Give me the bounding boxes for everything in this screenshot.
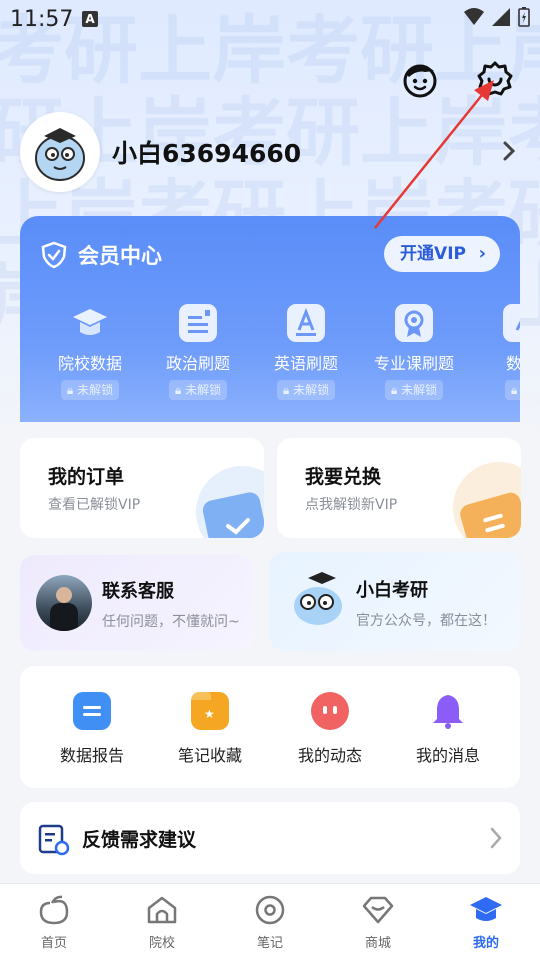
lock-text: 未解锁 (77, 383, 114, 397)
profile-row[interactable]: 小白63694660 (20, 112, 520, 192)
tab-label: 首页 (40, 936, 67, 951)
quick-label: 笔记收藏 (177, 746, 242, 765)
contact-service-card[interactable]: 联系客服 任何问题，不懂就问~ (20, 555, 254, 651)
tab-label: 院校 (148, 936, 175, 951)
lock-text: 未解锁 (401, 383, 438, 397)
letter-a-icon (287, 304, 325, 342)
chevron-right-icon: › (478, 243, 486, 264)
lock-icon: 🔒︎ (390, 383, 398, 397)
quick-actions: 数据报告 ★ 笔记收藏 我的动态 我的消息 (20, 666, 520, 788)
graduation-cap-icon (470, 897, 502, 921)
exchange-card[interactable]: 我要兑换 点我解锁新VIP (277, 438, 521, 538)
lock-icon: 🔒︎ (66, 383, 74, 397)
lock-badge: 🔒︎ 未 (504, 380, 520, 400)
bottom-tab-bar: 首页 院校 笔记 商城 我的 (0, 883, 540, 960)
vip-item-label: 数学 (505, 354, 520, 373)
lock-badge: 🔒︎ 未解锁 (168, 380, 228, 400)
vip-title: 会员中心 (78, 244, 162, 268)
tab-label: 笔记 (256, 936, 283, 951)
lock-badge: 🔒︎ 未解锁 (384, 380, 444, 400)
feedback-row[interactable]: 反馈需求建议 (20, 802, 520, 874)
lock-icon: 🔒︎ (282, 383, 290, 397)
bell-icon (433, 695, 463, 729)
award-ribbon-icon (395, 304, 433, 342)
report-icon (73, 692, 111, 730)
quick-my-activity[interactable]: 我的动态 (270, 692, 390, 766)
quick-label: 数据报告 (59, 746, 124, 765)
service-avatar (36, 575, 92, 631)
lock-icon: 🔒︎ (174, 383, 182, 397)
vip-item-major[interactable]: 专业课刷题 🔒︎ 未解锁 (360, 304, 468, 400)
tab-label: 商城 (364, 936, 391, 951)
settings-gear-icon[interactable] (476, 60, 514, 98)
mascot-icon (294, 572, 342, 625)
tab-label: 我的 (472, 936, 499, 951)
username: 小白63694660 (112, 139, 302, 168)
lock-badge: 🔒︎ 未解锁 (276, 380, 336, 400)
notes-disc-icon (255, 895, 285, 925)
official-account-card[interactable]: 小白考研 官方公众号，都在这！ (270, 552, 520, 651)
math-icon (503, 304, 520, 342)
quick-notes-favorites[interactable]: ★ 笔记收藏 (150, 692, 270, 766)
home-peach-icon (39, 895, 69, 925)
quick-data-report[interactable]: 数据报告 (32, 692, 152, 766)
tab-schools[interactable]: 院校 (122, 894, 202, 951)
card-title: 我要兑换 (305, 466, 382, 488)
open-vip-label: 开通VIP (400, 244, 466, 264)
vip-item-school-data[interactable]: 院校数据 🔒︎ 未解锁 (36, 304, 144, 400)
tab-mine[interactable]: 我的 (446, 894, 526, 951)
vip-item-label: 政治刷题 (165, 354, 230, 373)
battery-icon (518, 7, 530, 27)
document-icon (179, 304, 217, 342)
folder-star-icon: ★ (191, 692, 229, 730)
card-subtitle: 官方公众号，都在这！ (356, 613, 496, 629)
lock-text: 未解锁 (293, 383, 330, 397)
wifi-icon (464, 8, 484, 25)
open-vip-button[interactable]: 开通VIP › (384, 236, 500, 272)
notification-icon: A (82, 11, 98, 27)
vip-item-english[interactable]: 英语刷题 🔒︎ 未解锁 (252, 304, 360, 400)
feedback-doc-gear-icon (38, 824, 70, 856)
ticket-icon (453, 462, 521, 538)
mall-diamond-icon (362, 896, 394, 924)
vip-item-label: 专业课刷题 (373, 354, 454, 373)
chevron-right-icon (503, 141, 516, 161)
vip-items-row: 院校数据 🔒︎ 未解锁 政治刷题 🔒︎ 未解锁 英语刷题 🔒︎ 未解锁 专业课刷… (20, 304, 520, 414)
card-title: 我的订单 (48, 466, 125, 488)
chevron-right-icon (490, 827, 502, 849)
avatar[interactable] (20, 112, 100, 192)
vip-item-math[interactable]: 数学 🔒︎ 未 (468, 304, 520, 400)
card-title: 联系客服 (102, 581, 174, 602)
status-bar: 11:57 A (0, 0, 540, 40)
mascot-avatar-icon (35, 128, 85, 181)
vip-item-label: 院校数据 (57, 354, 122, 373)
feedback-label: 反馈需求建议 (82, 829, 197, 851)
lock-text: 未解锁 (185, 383, 222, 397)
quick-label: 我的动态 (297, 746, 362, 765)
quick-my-messages[interactable]: 我的消息 (388, 692, 508, 766)
school-building-icon (147, 896, 177, 924)
quick-label: 我的消息 (415, 746, 480, 765)
vip-item-politics[interactable]: 政治刷题 🔒︎ 未解锁 (144, 304, 252, 400)
signal-icon (492, 8, 510, 26)
chat-bubble-icon (311, 692, 349, 730)
card-subtitle: 点我解锁新VIP (305, 497, 398, 513)
clipboard-check-icon (196, 466, 264, 538)
graduation-cap-icon (71, 304, 109, 342)
my-orders-card[interactable]: 我的订单 查看已解锁VIP (20, 438, 264, 538)
tab-mall[interactable]: 商城 (338, 894, 418, 951)
service-face-icon[interactable] (401, 60, 439, 98)
card-subtitle: 查看已解锁VIP (48, 497, 141, 513)
card-subtitle: 任何问题，不懂就问~ (102, 614, 240, 630)
status-time: 11:57 (10, 7, 74, 32)
lock-icon: 🔒︎ (510, 383, 518, 397)
vip-item-label: 英语刷题 (273, 354, 338, 373)
card-title: 小白考研 (356, 580, 428, 601)
lock-badge: 🔒︎ 未解锁 (60, 380, 120, 400)
tab-home[interactable]: 首页 (14, 894, 94, 951)
vip-shield-icon (41, 241, 67, 269)
tab-notes[interactable]: 笔记 (230, 894, 310, 951)
vip-center-card: 会员中心 开通VIP › 院校数据 🔒︎ 未解锁 政治刷题 🔒︎ 未解锁 英语刷… (20, 216, 520, 431)
